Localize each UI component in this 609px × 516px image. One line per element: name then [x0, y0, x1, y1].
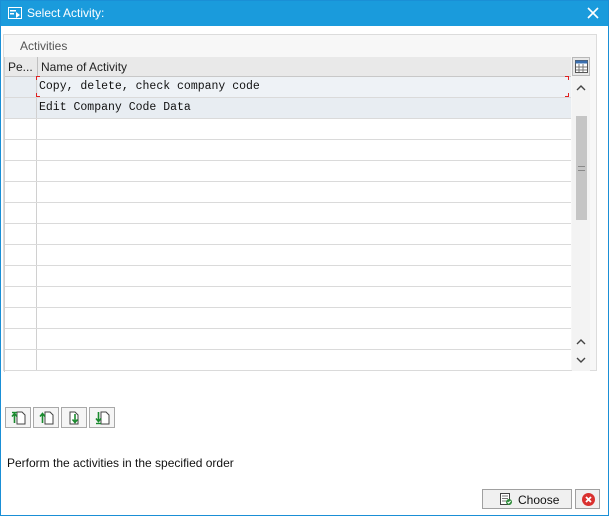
cancel-button[interactable]: [575, 489, 600, 509]
table-settings-icon: [575, 60, 588, 73]
close-icon[interactable]: [585, 5, 601, 21]
activity-name-cell[interactable]: Copy, delete, check company code: [38, 77, 571, 97]
row-selector[interactable]: [5, 98, 37, 118]
move-down-icon: [69, 411, 79, 425]
table-row[interactable]: Copy, delete, check company code: [5, 77, 571, 98]
selection-marker: [36, 93, 40, 97]
scroll-up-icon[interactable]: [575, 82, 587, 94]
activities-table: Pe... Name of Activity Copy, delete, che…: [4, 57, 571, 372]
table-row: [5, 287, 571, 308]
table-row: [5, 182, 571, 203]
table-row: [5, 308, 571, 329]
column-header-name[interactable]: Name of Activity: [38, 57, 538, 77]
move-down-button[interactable]: [61, 407, 87, 428]
title-bar: Select Activity:: [1, 1, 608, 26]
move-to-top-icon: [11, 411, 26, 425]
table-row: [5, 329, 571, 350]
selection-marker: [565, 76, 569, 80]
table-row: [5, 350, 571, 371]
choose-label: Choose: [518, 493, 560, 507]
table-row: [5, 161, 571, 182]
move-up-button[interactable]: [33, 407, 59, 428]
table-row: [5, 119, 571, 140]
move-up-icon: [39, 411, 54, 425]
table-row: [5, 140, 571, 161]
column-settings-button[interactable]: [572, 57, 590, 76]
column-header-pe[interactable]: Pe...: [5, 57, 37, 77]
scroll-up-icon[interactable]: [575, 336, 587, 348]
table-row: [5, 203, 571, 224]
table-header: Pe... Name of Activity: [5, 57, 571, 77]
choose-button[interactable]: Choose: [482, 489, 572, 509]
move-to-bottom-button[interactable]: [89, 407, 115, 428]
table-row: [5, 224, 571, 245]
table-row: [5, 245, 571, 266]
table-row[interactable]: Edit Company Code Data: [5, 98, 571, 119]
table-row: [5, 266, 571, 287]
selection-marker: [565, 93, 569, 97]
move-to-bottom-icon: [95, 411, 110, 425]
dialog-icon: [8, 7, 22, 19]
move-to-top-button[interactable]: [5, 407, 31, 428]
row-selector[interactable]: [5, 77, 37, 97]
scroll-down-icon[interactable]: [575, 354, 587, 366]
selection-marker: [36, 76, 40, 80]
dialog-title: Select Activity:: [27, 6, 105, 20]
table-rows: Copy, delete, check company code Edit Co…: [5, 77, 571, 371]
vertical-scrollbar[interactable]: [572, 57, 590, 371]
cancel-icon: [582, 493, 595, 506]
scrollbar-thumb[interactable]: [576, 116, 587, 220]
instruction-text: Perform the activities in the specified …: [7, 456, 234, 470]
select-activity-dialog: Select Activity: Activities Pe... Name o…: [0, 0, 609, 516]
activity-name-cell[interactable]: Edit Company Code Data: [38, 98, 571, 118]
choose-icon: [500, 493, 512, 505]
panel-label: Activities: [20, 39, 68, 53]
